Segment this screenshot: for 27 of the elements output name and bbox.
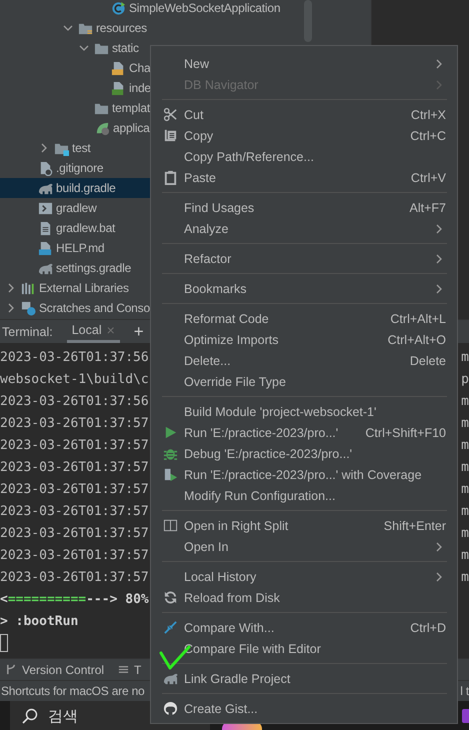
terminal-line: 2023-03-26T01:37:57 — [0, 482, 149, 496]
terminal-line: m — [461, 570, 469, 584]
terminal-line: 2023-03-26T01:37:57 — [0, 460, 149, 474]
terminal-line: m — [461, 394, 469, 408]
terminal-line: p — [461, 372, 469, 386]
terminal-line: 2023-03-26T01:37:57 — [0, 548, 149, 562]
terminal-line: m — [461, 504, 469, 518]
terminal-line: m — [461, 526, 469, 540]
progress-line: <==========---> 80% — [0, 592, 149, 606]
terminal-line: m — [461, 460, 469, 474]
terminal-line: m — [461, 438, 469, 452]
terminal-line: m — [461, 482, 469, 496]
terminal-title: Terminal: — [2, 324, 53, 338]
terminal-line: 2023-03-26T01:37:57 — [0, 438, 149, 452]
terminal-line: m — [461, 548, 469, 562]
terminal-line: 2023-03-26T01:37:57 — [0, 526, 149, 540]
terminal-line: websocket-1\build\c — [0, 372, 149, 386]
terminal-line: 2023-03-26T01:37:57 — [0, 504, 149, 518]
terminal-line: 2023-03-26T01:37:57 — [0, 570, 149, 584]
terminal-line: > :bootRun — [0, 614, 78, 628]
terminal-line: m — [461, 350, 469, 364]
status-text: Shortcuts for macOS are no — [1, 684, 145, 698]
status-text: l t — [460, 684, 469, 698]
terminal-line: 2023-03-26T01:37:56 — [0, 350, 149, 364]
terminal-line: m — [461, 416, 469, 430]
terminal-line: 2023-03-26T01:37:57 — [0, 416, 149, 430]
terminal-line: 2023-03-26T01:37:56 — [0, 394, 149, 408]
